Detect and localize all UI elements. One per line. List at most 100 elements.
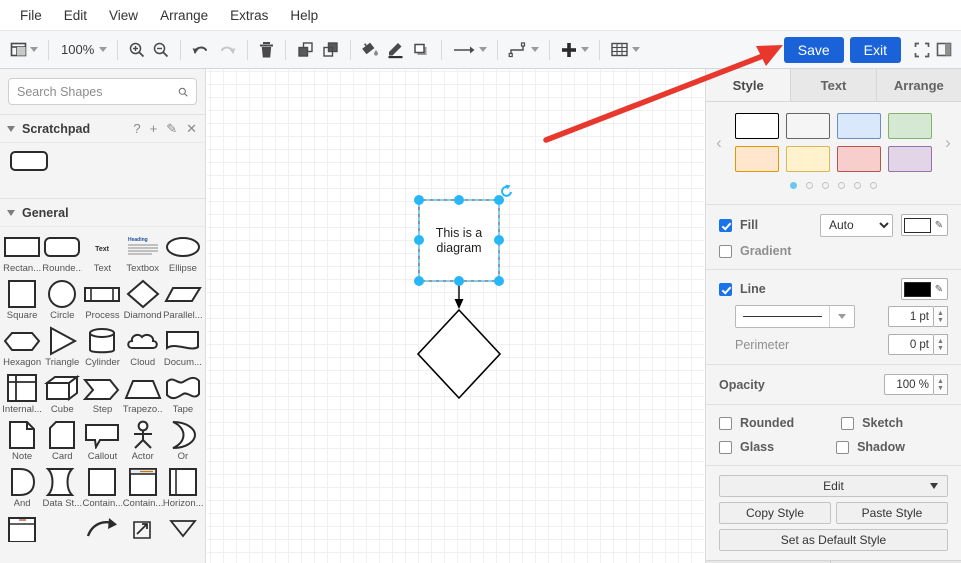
shape-horizontal-container[interactable]: Horizon... [163,467,203,514]
shape-container[interactable]: Contain... [82,467,122,514]
tab-style[interactable]: Style [706,69,792,101]
shape-or[interactable]: Or [163,420,203,467]
shape-and[interactable]: And [2,467,42,514]
menu-extras[interactable]: Extras [219,5,279,26]
layout-view-button[interactable] [7,37,41,63]
shape-rounded-rectangle[interactable]: Rounde... [42,232,82,279]
shadow-checkbox[interactable] [836,440,850,454]
swatch-red[interactable] [837,146,881,172]
exit-button[interactable]: Exit [849,36,901,63]
swatch-gray[interactable] [786,113,830,139]
shape-callout[interactable]: Callout [82,420,122,467]
palette-dot-3[interactable] [822,182,829,189]
swatch-yellow[interactable] [786,146,830,172]
menu-edit[interactable]: Edit [53,5,98,26]
redo-button[interactable] [214,37,240,63]
palette-dot-2[interactable] [806,182,813,189]
palette-prev-button[interactable]: ‹ [706,133,732,153]
table-button[interactable] [607,37,643,63]
close-icon[interactable]: ✕ [186,121,197,137]
handle-nw[interactable] [414,195,424,205]
shape-partial-1[interactable] [2,514,42,561]
menu-arrange[interactable]: Arrange [149,5,219,26]
fill-color-button[interactable]: ✎ [901,214,948,236]
general-section-header[interactable]: General [0,198,205,226]
menu-help[interactable]: Help [279,5,329,26]
paste-style-button[interactable]: Paste Style [836,502,948,524]
search-input[interactable] [17,84,178,99]
chevron-down-icon[interactable] [829,306,854,327]
shape-actor[interactable]: Actor [123,420,163,467]
palette-dot-4[interactable] [838,182,845,189]
handle-ne[interactable] [494,195,504,205]
palette-dot-1[interactable] [790,182,797,189]
insert-button[interactable] [557,37,592,63]
line-color-button[interactable]: ✎ [901,278,948,300]
rotate-handle[interactable] [501,184,512,197]
shape-card[interactable]: Card [42,420,82,467]
shape-textbox[interactable]: Heading Textbox [123,232,163,279]
fill-style-select[interactable]: Auto [820,213,893,237]
shape-cloud[interactable]: Cloud [123,326,163,373]
diagram-canvas[interactable]: This is a diagram [207,69,704,563]
edit-style-dropdown[interactable]: Edit [719,475,948,497]
rounded-checkbox[interactable] [719,416,732,430]
shape-step[interactable]: Step [82,373,122,420]
diamond-shape[interactable] [416,308,502,400]
undo-button[interactable] [188,37,214,63]
save-button[interactable]: Save [783,36,844,63]
search-box[interactable] [8,78,197,105]
perimeter-stepper[interactable]: ▲ ▼ [934,334,948,355]
waypoint-button[interactable] [505,37,542,63]
shape-text[interactable]: Text Text [82,232,122,279]
bring-to-front-button[interactable] [293,37,318,63]
set-default-style-button[interactable]: Set as Default Style [719,529,948,551]
add-icon[interactable]: + [150,121,158,136]
line-width-stepper[interactable]: ▲ ▼ [934,306,948,327]
help-icon[interactable]: ? [133,121,140,136]
swatch-white[interactable] [735,113,779,139]
opacity-stepper[interactable]: ▲ ▼ [934,374,948,395]
fill-checkbox[interactable] [719,218,732,232]
handle-e[interactable] [494,235,504,245]
shape-document[interactable]: Docum... [163,326,203,373]
swatch-blue[interactable] [837,113,881,139]
shape-partial-2[interactable] [42,514,82,561]
shape-data-storage[interactable]: Data St... [42,467,82,514]
shape-tape[interactable]: Tape [163,373,203,420]
fill-color-button[interactable] [358,37,383,63]
fullscreen-button[interactable] [911,37,933,63]
zoom-out-button[interactable] [149,37,173,63]
connector-edge[interactable] [454,282,464,309]
palette-next-button[interactable]: › [935,133,961,153]
line-width-value[interactable]: 1 pt [888,306,934,327]
shape-triangle[interactable]: Triangle [42,326,82,373]
shape-cube[interactable]: Cube [42,373,82,420]
handle-se[interactable] [494,276,504,286]
edit-icon[interactable]: ✎ [166,121,177,137]
send-to-back-button[interactable] [318,37,343,63]
shape-rectangle[interactable]: Rectan... [2,232,42,279]
shape-partial-5[interactable] [163,514,203,561]
perimeter-value[interactable]: 0 pt [888,334,934,355]
handle-sw[interactable] [414,276,424,286]
shape-internal-storage[interactable]: Internal... [2,373,42,420]
handle-w[interactable] [414,235,424,245]
handle-s[interactable] [454,276,464,286]
shape-partial-3[interactable] [82,514,122,561]
shape-circle[interactable]: Circle [42,279,82,326]
zoom-level-button[interactable]: 100% [56,37,110,63]
swatch-orange[interactable] [735,146,779,172]
menu-view[interactable]: View [98,5,149,26]
glass-checkbox[interactable] [719,440,732,454]
scratchpad-shape-rounded-rectangle[interactable] [10,151,48,171]
shape-note[interactable]: Note [2,420,42,467]
zoom-in-button[interactable] [125,37,149,63]
palette-dot-6[interactable] [870,182,877,189]
shape-hexagon[interactable]: Hexagon [2,326,42,373]
palette-dot-5[interactable] [854,182,861,189]
swatch-green[interactable] [888,113,932,139]
line-style-dropdown[interactable] [735,305,855,328]
tab-arrange[interactable]: Arrange [876,69,961,101]
line-color-button[interactable] [383,37,409,63]
